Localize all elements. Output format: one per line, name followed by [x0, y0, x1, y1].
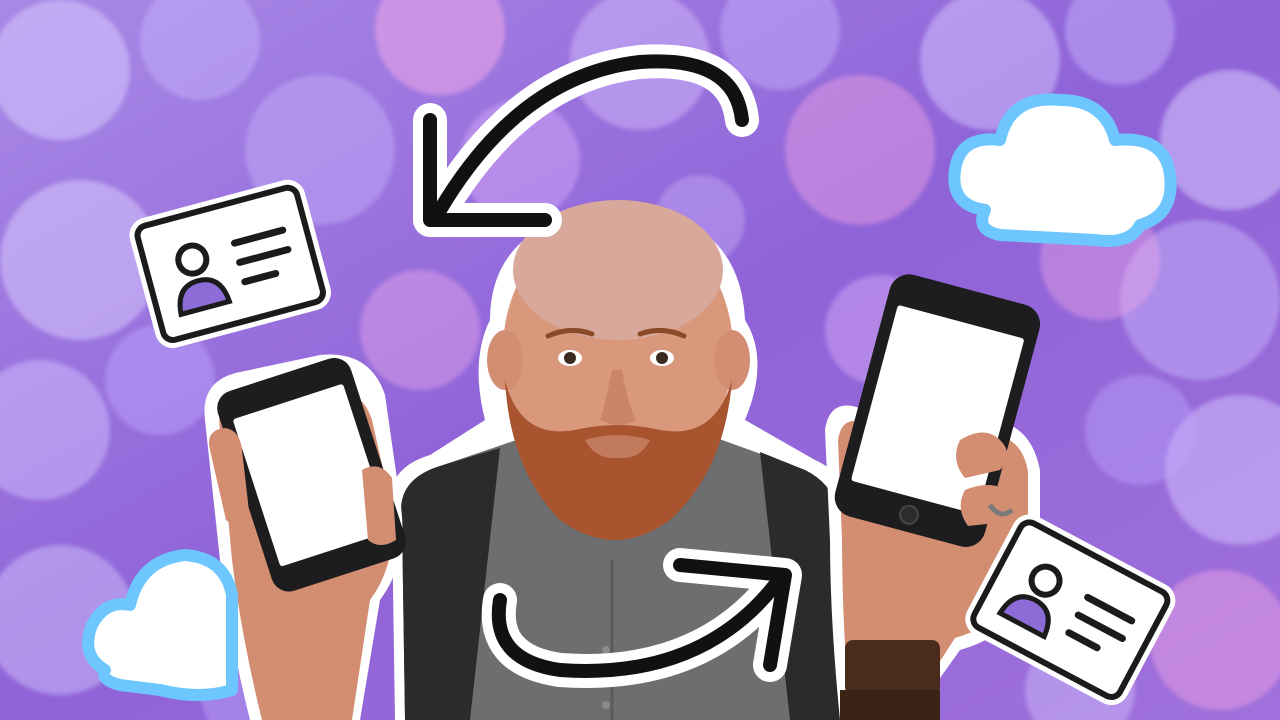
curved-arrow-left-icon [413, 44, 759, 237]
sync-arrows [413, 44, 802, 688]
thumbnail-scene [0, 0, 1280, 720]
curved-arrow-right-icon [481, 548, 802, 688]
